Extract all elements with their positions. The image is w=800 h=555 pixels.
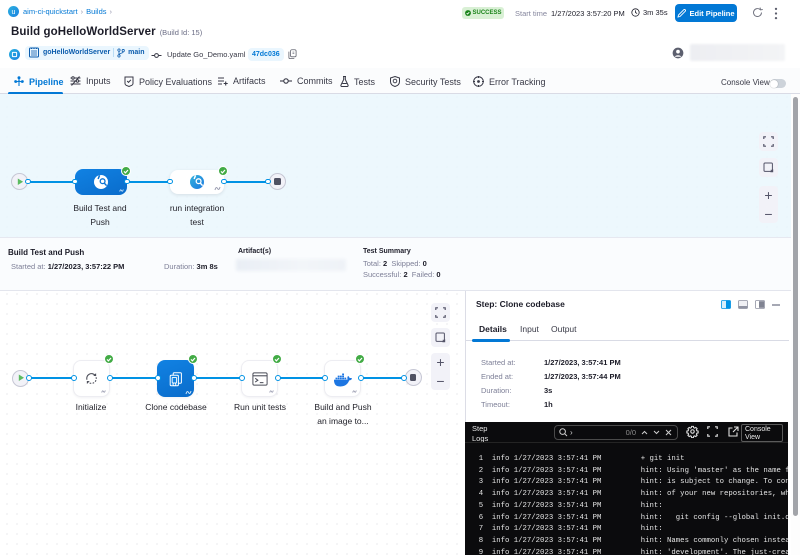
svg-text:u: u xyxy=(12,9,16,16)
